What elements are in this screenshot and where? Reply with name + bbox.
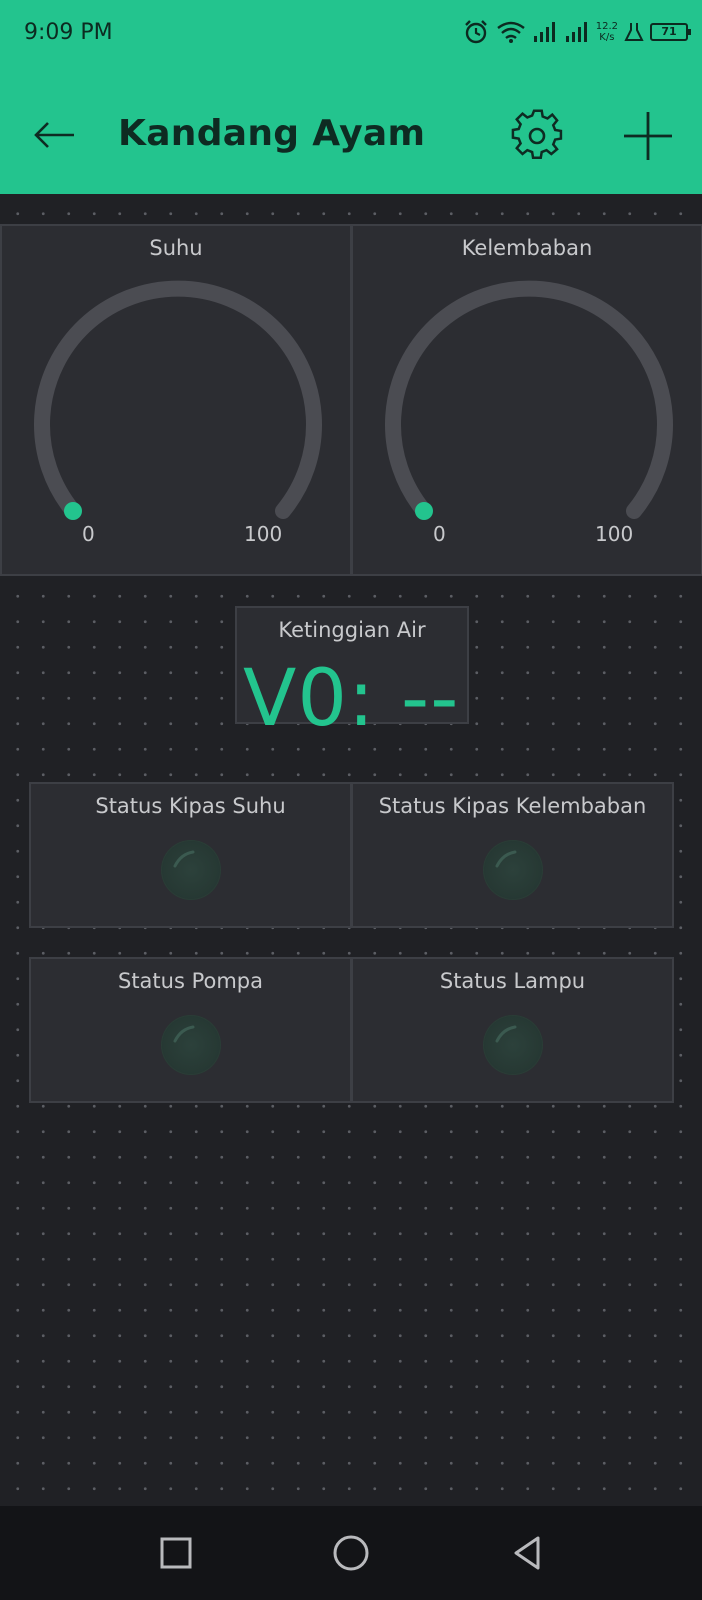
led-indicator (483, 840, 543, 900)
signal-icon (533, 22, 555, 42)
battery-icon: 71 (650, 23, 691, 41)
gauge-min-label: 0 (82, 522, 95, 546)
widget-title: Status Kipas Suhu (95, 794, 286, 818)
status-time: 9:09 PM (24, 20, 113, 45)
net-speed: 12.2 K/s (595, 21, 618, 43)
gear-icon (511, 109, 563, 160)
led-indicator (161, 1015, 221, 1075)
widget-title: Ketinggian Air (278, 618, 426, 642)
back-triangle-icon (514, 1536, 540, 1570)
led-pompa-widget[interactable]: Status Pompa (29, 957, 352, 1103)
widget-title: Status Pompa (117, 969, 263, 993)
led-indicator (483, 1015, 543, 1075)
app-window: 9:09 PM 12.2 K/s 71 Kandang Ayam Suhu 0 … (0, 0, 702, 1600)
gauge-suhu-widget[interactable]: Suhu 0 100 (0, 224, 352, 576)
back-button[interactable] (30, 110, 80, 160)
home-button[interactable] (326, 1528, 376, 1578)
page-title: Kandang Ayam (118, 113, 426, 154)
gauge-kelembaban-widget[interactable]: Kelembaban 0 100 (351, 224, 702, 576)
led-kipas-kelembaban-widget[interactable]: Status Kipas Kelembaban (351, 782, 674, 928)
lab-icon (624, 23, 644, 41)
gauge-arc (34, 280, 322, 520)
signal-icon (565, 22, 587, 42)
led-indicator (161, 840, 221, 900)
add-button[interactable] (620, 108, 676, 164)
widget-title: Status Lampu (439, 969, 586, 993)
system-nav-bar (0, 1506, 702, 1600)
ketinggian-air-widget[interactable]: Ketinggian Air V0: -- (235, 606, 469, 744)
gauge-arc (385, 280, 673, 520)
gauge-value-dot (64, 502, 82, 520)
arrow-left-icon (34, 122, 74, 148)
widget-title: Status Kipas Kelembaban (378, 794, 647, 818)
gauge-max-label: 100 (244, 522, 283, 546)
wifi-icon (497, 21, 525, 43)
app-header: 9:09 PM 12.2 K/s 71 Kandang Ayam (0, 0, 702, 194)
led-kipas-suhu-widget[interactable]: Status Kipas Suhu (29, 782, 352, 928)
gauge-min-label: 0 (433, 522, 446, 546)
led-lampu-widget[interactable]: Status Lampu (351, 957, 674, 1103)
status-icons: 12.2 K/s 71 (462, 18, 691, 46)
plus-icon (624, 112, 672, 160)
value-display: V0: -- (243, 654, 460, 744)
gauge-max-label: 100 (595, 522, 634, 546)
recents-button[interactable] (151, 1528, 201, 1578)
dashboard-canvas: Suhu 0 100 Kelembaban 0 100 Ketinggian A… (0, 194, 702, 1506)
home-circle-icon (333, 1535, 369, 1571)
alarm-icon (464, 20, 487, 44)
gauge-value-dot (415, 502, 433, 520)
recents-square-icon (160, 1537, 192, 1569)
back-nav-button[interactable] (502, 1528, 552, 1578)
settings-button[interactable] (510, 108, 566, 164)
